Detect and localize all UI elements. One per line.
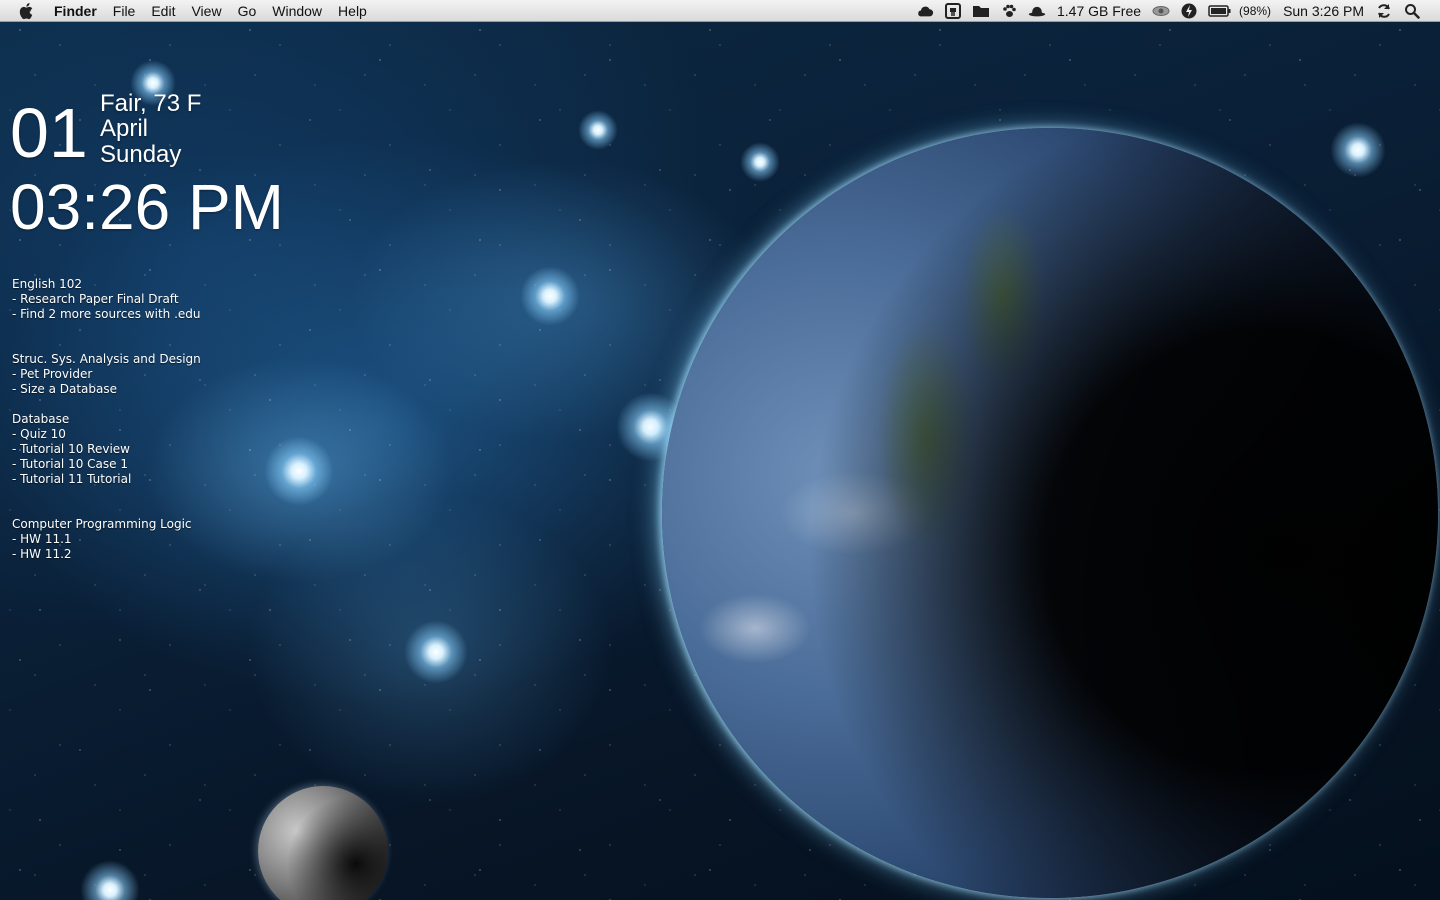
todo-item: - Tutorial 11 Tutorial	[12, 472, 132, 486]
apple-logo-icon[interactable]	[18, 2, 36, 20]
spotlight-search-icon[interactable]	[1403, 2, 1421, 20]
disk-free-indicator[interactable]: 1.47 GB Free	[1057, 3, 1141, 19]
todo-item: - HW 11.2	[12, 547, 72, 561]
menu-bar: Finder File Edit View Go Window Help 1.4…	[0, 0, 1440, 22]
todo-group-title: Computer Programming Logic	[12, 517, 192, 531]
bright-star	[80, 860, 140, 900]
todo-item: - Pet Provider	[12, 367, 93, 381]
menu-finder[interactable]: Finder	[54, 0, 105, 22]
todo-group-title: Struc. Sys. Analysis and Design	[12, 352, 201, 366]
todo-item: - HW 11.1	[12, 532, 72, 546]
todo-group-systems-analysis: Struc. Sys. Analysis and Design - Pet Pr…	[12, 352, 201, 397]
todo-group-database: Database - Quiz 10 - Tutorial 10 Review …	[12, 412, 201, 487]
menu-edit[interactable]: Edit	[143, 0, 183, 22]
bright-star	[740, 142, 780, 182]
menu-go[interactable]: Go	[230, 0, 265, 22]
clock-weather: Fair, 73 F	[100, 90, 202, 117]
clock-time: 03:26 PM	[10, 171, 284, 243]
todo-list-widget: English 102 - Research Paper Final Draft…	[12, 277, 201, 592]
cloud-icon[interactable]	[916, 2, 934, 20]
bright-star	[520, 266, 580, 326]
earth-planet	[662, 128, 1438, 898]
bright-star	[264, 436, 334, 506]
folder-icon[interactable]	[972, 2, 990, 20]
todo-item: - Tutorial 10 Review	[12, 442, 130, 456]
desktop[interactable]: Finder File Edit View Go Window Help 1.4…	[0, 0, 1440, 900]
sync-icon[interactable]	[1375, 2, 1393, 20]
todo-item: - Find 2 more sources with .edu	[12, 307, 201, 321]
bright-star	[578, 110, 618, 150]
todo-group-programming-logic: Computer Programming Logic - HW 11.1 - H…	[12, 517, 201, 562]
battery-percentage[interactable]: (98%)	[1239, 4, 1271, 18]
bright-star	[1330, 122, 1386, 178]
menu-help[interactable]: Help	[330, 0, 375, 22]
todo-group-english: English 102 - Research Paper Final Draft…	[12, 277, 201, 322]
todo-item: - Quiz 10	[12, 427, 66, 441]
screen-icon[interactable]	[944, 2, 962, 20]
menubar-clock[interactable]: Sun 3:26 PM	[1283, 3, 1364, 19]
bright-star	[404, 620, 468, 684]
clock-weekday: Sunday	[100, 141, 182, 168]
clock-month: April	[100, 115, 149, 142]
todo-item: - Size a Database	[12, 382, 118, 396]
paw-icon[interactable]	[1000, 2, 1018, 20]
todo-item: - Research Paper Final Draft	[12, 292, 179, 306]
eye-icon[interactable]	[1152, 2, 1170, 20]
todo-item: - Tutorial 10 Case 1	[12, 457, 128, 471]
status-menus: 1.47 GB Free (98%) Sun 3:26 PM	[911, 0, 1440, 22]
menu-file[interactable]: File	[105, 0, 144, 22]
todo-group-title: English 102	[12, 277, 83, 291]
hat-icon[interactable]	[1028, 2, 1046, 20]
battery-icon[interactable]	[1208, 2, 1232, 20]
todo-group-title: Database	[12, 412, 70, 426]
clock-day-number: 01	[10, 94, 88, 172]
moon	[258, 786, 388, 900]
power-icon[interactable]	[1180, 2, 1198, 20]
menu-window[interactable]: Window	[264, 0, 330, 22]
menu-view[interactable]: View	[183, 0, 229, 22]
